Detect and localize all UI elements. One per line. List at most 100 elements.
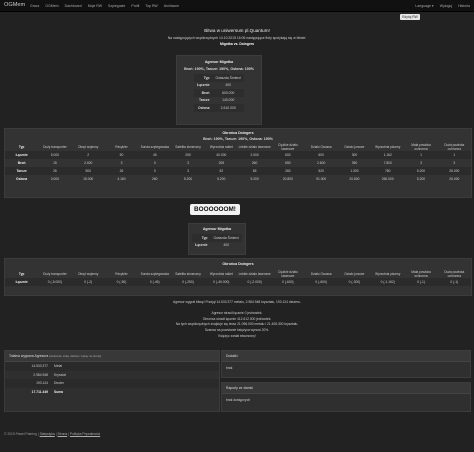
stat-label: Tarcze: [199, 98, 210, 103]
nav-item-gracz[interactable]: Gracz: [30, 4, 39, 8]
debris-reports-panel: Raporty ze złomki brak dostępnych: [221, 382, 471, 412]
result-label: Deuter: [51, 379, 219, 388]
table-cell: 0 (-600): [271, 278, 305, 286]
footer-link-privacy[interactable]: Polityka Prywatności: [70, 432, 100, 436]
table-cell: 0 (-2.000): [237, 278, 272, 286]
table-cell: 26: [38, 167, 72, 175]
table-cell: 40.000: [204, 151, 238, 159]
nav-item-archiwum[interactable]: Archiwum: [164, 4, 179, 8]
attacker-title: Agresor Migotka: [202, 227, 232, 231]
table-cell: 5.200: [183, 177, 193, 181]
results-panel: Totalna wygrana Agresora (obrażenia, str…: [4, 350, 220, 412]
table-cell: 50: [104, 151, 139, 159]
table-cell: 520: [304, 167, 338, 175]
stat-label: Łącznie: [195, 243, 208, 248]
table-cell: 3: [120, 161, 123, 165]
nav-item-dashboard[interactable]: Dashboard: [65, 4, 82, 8]
battle-summary: Agresor wygrał bitwę! Przejął 14.533.377…: [0, 300, 474, 339]
attacker-title: Agresor Migotka: [204, 60, 234, 64]
nav-item-moje-rw[interactable]: Moje RW: [88, 4, 102, 8]
column-header-type: Typ: [18, 272, 25, 276]
result-amount: 193.124: [5, 379, 51, 388]
table-cell: 0 (-45): [138, 278, 172, 286]
table-row: Broń 15 2.400 3 0 3 208 260 650 2.600 390 7.800 3 3: [5, 159, 471, 167]
nav-item-szpiegoste[interactable]: Szpiegoste: [108, 4, 125, 8]
language-dropdown[interactable]: Language ▾: [415, 4, 433, 8]
table-cell: 5.200: [404, 167, 438, 175]
table-cell: 0 (-2): [71, 278, 105, 286]
table-cell: 300: [337, 151, 372, 159]
nav-item-ogmem[interactable]: OGMem: [45, 4, 58, 8]
table-cell: 26: [104, 167, 139, 175]
stat-label: Łącznie: [197, 83, 210, 88]
attacker-panel-round2: Agresor Migotka Typ Gwiazda Śmierci Łączn…: [188, 223, 246, 255]
defender-techs: Broń: 190%, Tarcze: 190%, Osłona: 190%: [203, 137, 273, 141]
column-header: Lekkie działo laserowe: [238, 272, 271, 276]
nav-item-profil[interactable]: Profil: [131, 4, 139, 8]
row-label: Łącznie: [5, 151, 39, 159]
table-cell: 52: [204, 167, 238, 175]
column-header: Działo Gaussa: [310, 272, 332, 276]
footer-link-stats[interactable]: Statystyka: [40, 432, 55, 436]
table-row: 14.533.377 Metal: [5, 362, 219, 371]
table-cell: 208: [218, 161, 225, 165]
table-cell: 5.200: [416, 177, 426, 181]
edit-report-button[interactable]: Edytuj RW: [400, 14, 420, 20]
results-title: Totalna wygrana Agresora: [9, 354, 49, 358]
table-cell: 4.160: [117, 177, 126, 181]
table-row: Tarcze 26 500 26 0 3 52 65 260 520 1.300 780 5.200 26…: [5, 167, 471, 175]
attacker-stats-table: Typ Gwiazda Śmierci Łącznie 400 Broń 600.00…: [194, 74, 244, 112]
table-cell: 3: [187, 161, 189, 165]
table-row: Łącznie 0 (-5.000) 0 (-2) 0 (-50) 0 (-45) 0 (…: [5, 278, 471, 286]
stat-label: Broń: [194, 89, 213, 97]
table-row: Typ Gwiazda Śmierci: [194, 74, 244, 82]
column-header: Wyrzutnia rakiet: [209, 145, 233, 149]
table-cell: 500: [71, 167, 105, 175]
reports-body: brak dostępnych: [226, 398, 251, 402]
column-header: Satelita słoneczny: [175, 145, 201, 149]
stat-value: 400: [225, 83, 232, 88]
stat-value: Gwiazda Śmierci: [210, 234, 242, 242]
table-cell: 260: [251, 161, 258, 165]
table-row: Osłona 3.000 15.000 4.160 260 5.200 5.200 5.200…: [5, 175, 471, 183]
table-row: Tarcze 140.000: [194, 97, 244, 105]
table-cell: 0 (-600): [304, 278, 338, 286]
footer-link-page[interactable]: Strona: [57, 432, 67, 436]
table-cell: 26.000: [437, 167, 471, 175]
table-cell: 3: [420, 161, 422, 165]
column-header: Okręt wojenny: [78, 272, 99, 276]
battle-intro: Na następujących współrzędnych 14.10.201…: [167, 36, 307, 40]
summary-line: Księżyc został stworzony!: [218, 333, 256, 338]
table-cell: 1.300: [337, 167, 372, 175]
table-cell: 26.000: [449, 177, 460, 181]
extras-header: Dodatki: [222, 351, 470, 362]
table-cell: 7.800: [383, 161, 392, 165]
defender-panel-round2: Obrońca Doingers Typ Duży transporter Okrę…: [4, 258, 472, 296]
stat-label: Typ: [194, 74, 213, 82]
brand-logo[interactable]: OGMem: [4, 2, 25, 8]
column-header: Działo Gaussa: [310, 145, 332, 149]
result-label: Suma: [54, 389, 63, 394]
results-subtitle: (obrażenia, straty, debilne / zapisy na …: [49, 355, 102, 358]
boom-banner: BOOOOOOM!: [190, 204, 240, 215]
table-cell: 600: [304, 151, 338, 159]
table-row: 193.124 Deuter: [5, 379, 219, 388]
table-cell: 0 (-1): [404, 278, 438, 286]
right-nav: Language ▾ Wyloguj Historia: [415, 4, 470, 8]
table-header-row: Typ Duży transporter Okręt wojenny Recykler…: [5, 270, 471, 278]
stat-label: Osłona: [194, 104, 213, 112]
table-cell: 260: [271, 167, 305, 175]
table-cell: 0 (-50): [104, 278, 139, 286]
attacker-techs: Broń: 190%, Tarcze: 190%, Osłona: 190%: [184, 67, 254, 71]
table-cell: 0 (-1): [437, 278, 471, 286]
table-row: Łącznie 5.000 2 50 45 250 40.000 2.000 600 600 300…: [5, 151, 471, 159]
row-label: Tarcze: [5, 167, 39, 175]
nav-item-top-rw[interactable]: Top RW: [145, 4, 157, 8]
history-link[interactable]: Historia: [458, 4, 470, 8]
table-cell: 5.200: [250, 177, 259, 181]
stat-value: 400: [223, 243, 230, 248]
logout-link[interactable]: Wyloguj: [440, 4, 452, 8]
table-cell: 0 (-40.000): [204, 278, 238, 286]
column-header: Duży transporter: [43, 145, 67, 149]
column-header: Sonda szpiegowska: [140, 145, 169, 149]
